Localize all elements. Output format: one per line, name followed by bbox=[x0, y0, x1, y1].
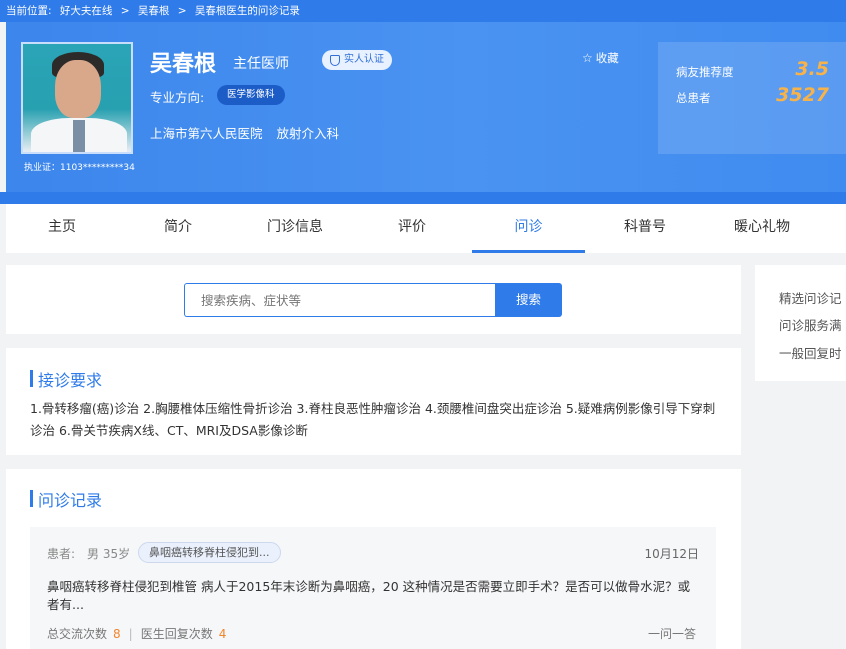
breadcrumb-bar: 当前位置: 好大夫在线 > 吴春根 > 吴春根医生的问诊记录 bbox=[0, 0, 846, 22]
hospital-info: 上海市第六人民医院 放射介入科 bbox=[150, 123, 349, 142]
department-name[interactable]: 放射介入科 bbox=[277, 126, 340, 141]
tab-clinic[interactable]: 门诊信息 bbox=[239, 204, 351, 253]
recommend-value: 3.5 bbox=[795, 58, 829, 80]
tab-consultation[interactable]: 问诊 bbox=[472, 204, 585, 253]
breadcrumb-link-doctor[interactable]: 吴春根 bbox=[138, 5, 170, 17]
breadcrumb-separator: > bbox=[177, 5, 187, 17]
recommend-label: 病友推荐度 bbox=[676, 65, 734, 79]
tab-home[interactable]: 主页 bbox=[6, 204, 118, 253]
stats-panel: 病友推荐度 3.5 总患者 3527 bbox=[658, 42, 846, 154]
breadcrumb-separator: > bbox=[120, 5, 130, 17]
search-input[interactable] bbox=[184, 283, 496, 317]
doctor-header: 当前位置: 好大夫在线 > 吴春根 > 吴春根医生的问诊记录 执业证：1103*… bbox=[0, 0, 846, 228]
record-stats: 总交流次数 8 | 医生回复次数 4 bbox=[47, 625, 226, 642]
breadcrumb-link-home[interactable]: 好大夫在线 bbox=[60, 5, 113, 17]
tab-reviews[interactable]: 评价 bbox=[356, 204, 468, 253]
patient-info: 男 35岁 bbox=[87, 547, 131, 561]
exchange-count: 8 bbox=[113, 627, 121, 641]
reply-label: 医生回复次数 bbox=[140, 627, 213, 641]
shield-icon bbox=[330, 55, 340, 66]
side-item-satisfaction[interactable]: 问诊服务满 bbox=[779, 315, 842, 334]
exchange-label: 总交流次数 bbox=[47, 627, 108, 641]
search-button[interactable]: 搜索 bbox=[495, 283, 562, 317]
patients-value: 3527 bbox=[776, 84, 829, 106]
side-item-featured[interactable]: 精选问诊记 bbox=[779, 288, 842, 307]
hero-bottom-strip bbox=[0, 192, 846, 204]
breadcrumb: 当前位置: 好大夫在线 > 吴春根 > 吴春根医生的问诊记录 bbox=[6, 3, 305, 18]
license-number: 执业证：1103*********34 bbox=[24, 163, 135, 173]
reply-count: 4 bbox=[218, 627, 227, 641]
patient-label: 患者: bbox=[47, 547, 76, 561]
tab-gifts[interactable]: 暖心礼物 bbox=[706, 204, 818, 253]
requirements-title: 接诊要求 bbox=[30, 367, 102, 391]
breadcrumb-current: 吴春根医生的问诊记录 bbox=[194, 5, 300, 17]
specialty-tag: 医学影像科 bbox=[217, 85, 285, 105]
verified-label: 实人认证 bbox=[344, 54, 384, 65]
stats-divider: | bbox=[128, 627, 133, 641]
tab-intro[interactable]: 简介 bbox=[122, 204, 234, 253]
tab-bar: 主页 简介 门诊信息 评价 问诊 科普号 暖心礼物 bbox=[6, 204, 846, 253]
side-item-reply-time[interactable]: 一般回复时 bbox=[779, 343, 842, 362]
tab-science[interactable]: 科普号 bbox=[589, 204, 701, 253]
record-summary[interactable]: 鼻咽癌转移脊柱侵犯到椎管 病人于2015年末诊断为鼻咽癌，20 这种情况是否需要… bbox=[47, 578, 697, 614]
specialty-label: 专业方向: bbox=[150, 90, 205, 105]
consult-type: 一问一答 bbox=[647, 627, 696, 641]
requirements-text: 1.骨转移瘤(癌)诊治 2.胸腰椎体压缩性骨折诊治 3.脊柱良恶性肿瘤诊治 4.… bbox=[30, 401, 716, 438]
record-date: 10月12日 bbox=[644, 547, 699, 561]
hospital-name[interactable]: 上海市第六人民医院 bbox=[150, 126, 263, 141]
star-icon: ☆ bbox=[582, 51, 593, 65]
side-menu: 精选问诊记 问诊服务满 一般回复时 bbox=[755, 265, 846, 381]
favorite-button[interactable]: ☆ 收藏 bbox=[582, 50, 619, 66]
breadcrumb-label: 当前位置: bbox=[6, 5, 52, 17]
records-title: 问诊记录 bbox=[30, 487, 102, 511]
doctor-name: 吴春根 bbox=[150, 52, 217, 77]
record-item[interactable]: 患者: 男 35岁 鼻咽癌转移脊柱侵犯到... 10月12日 鼻咽癌转移脊柱侵犯… bbox=[30, 527, 716, 649]
disease-tag[interactable]: 鼻咽癌转移脊柱侵犯到... bbox=[138, 542, 281, 563]
doctor-title: 主任医师 bbox=[233, 56, 289, 72]
doctor-avatar bbox=[21, 42, 133, 154]
favorite-label: 收藏 bbox=[595, 51, 619, 65]
patients-label: 总患者 bbox=[676, 91, 711, 105]
verified-badge: 实人认证 bbox=[322, 50, 392, 70]
